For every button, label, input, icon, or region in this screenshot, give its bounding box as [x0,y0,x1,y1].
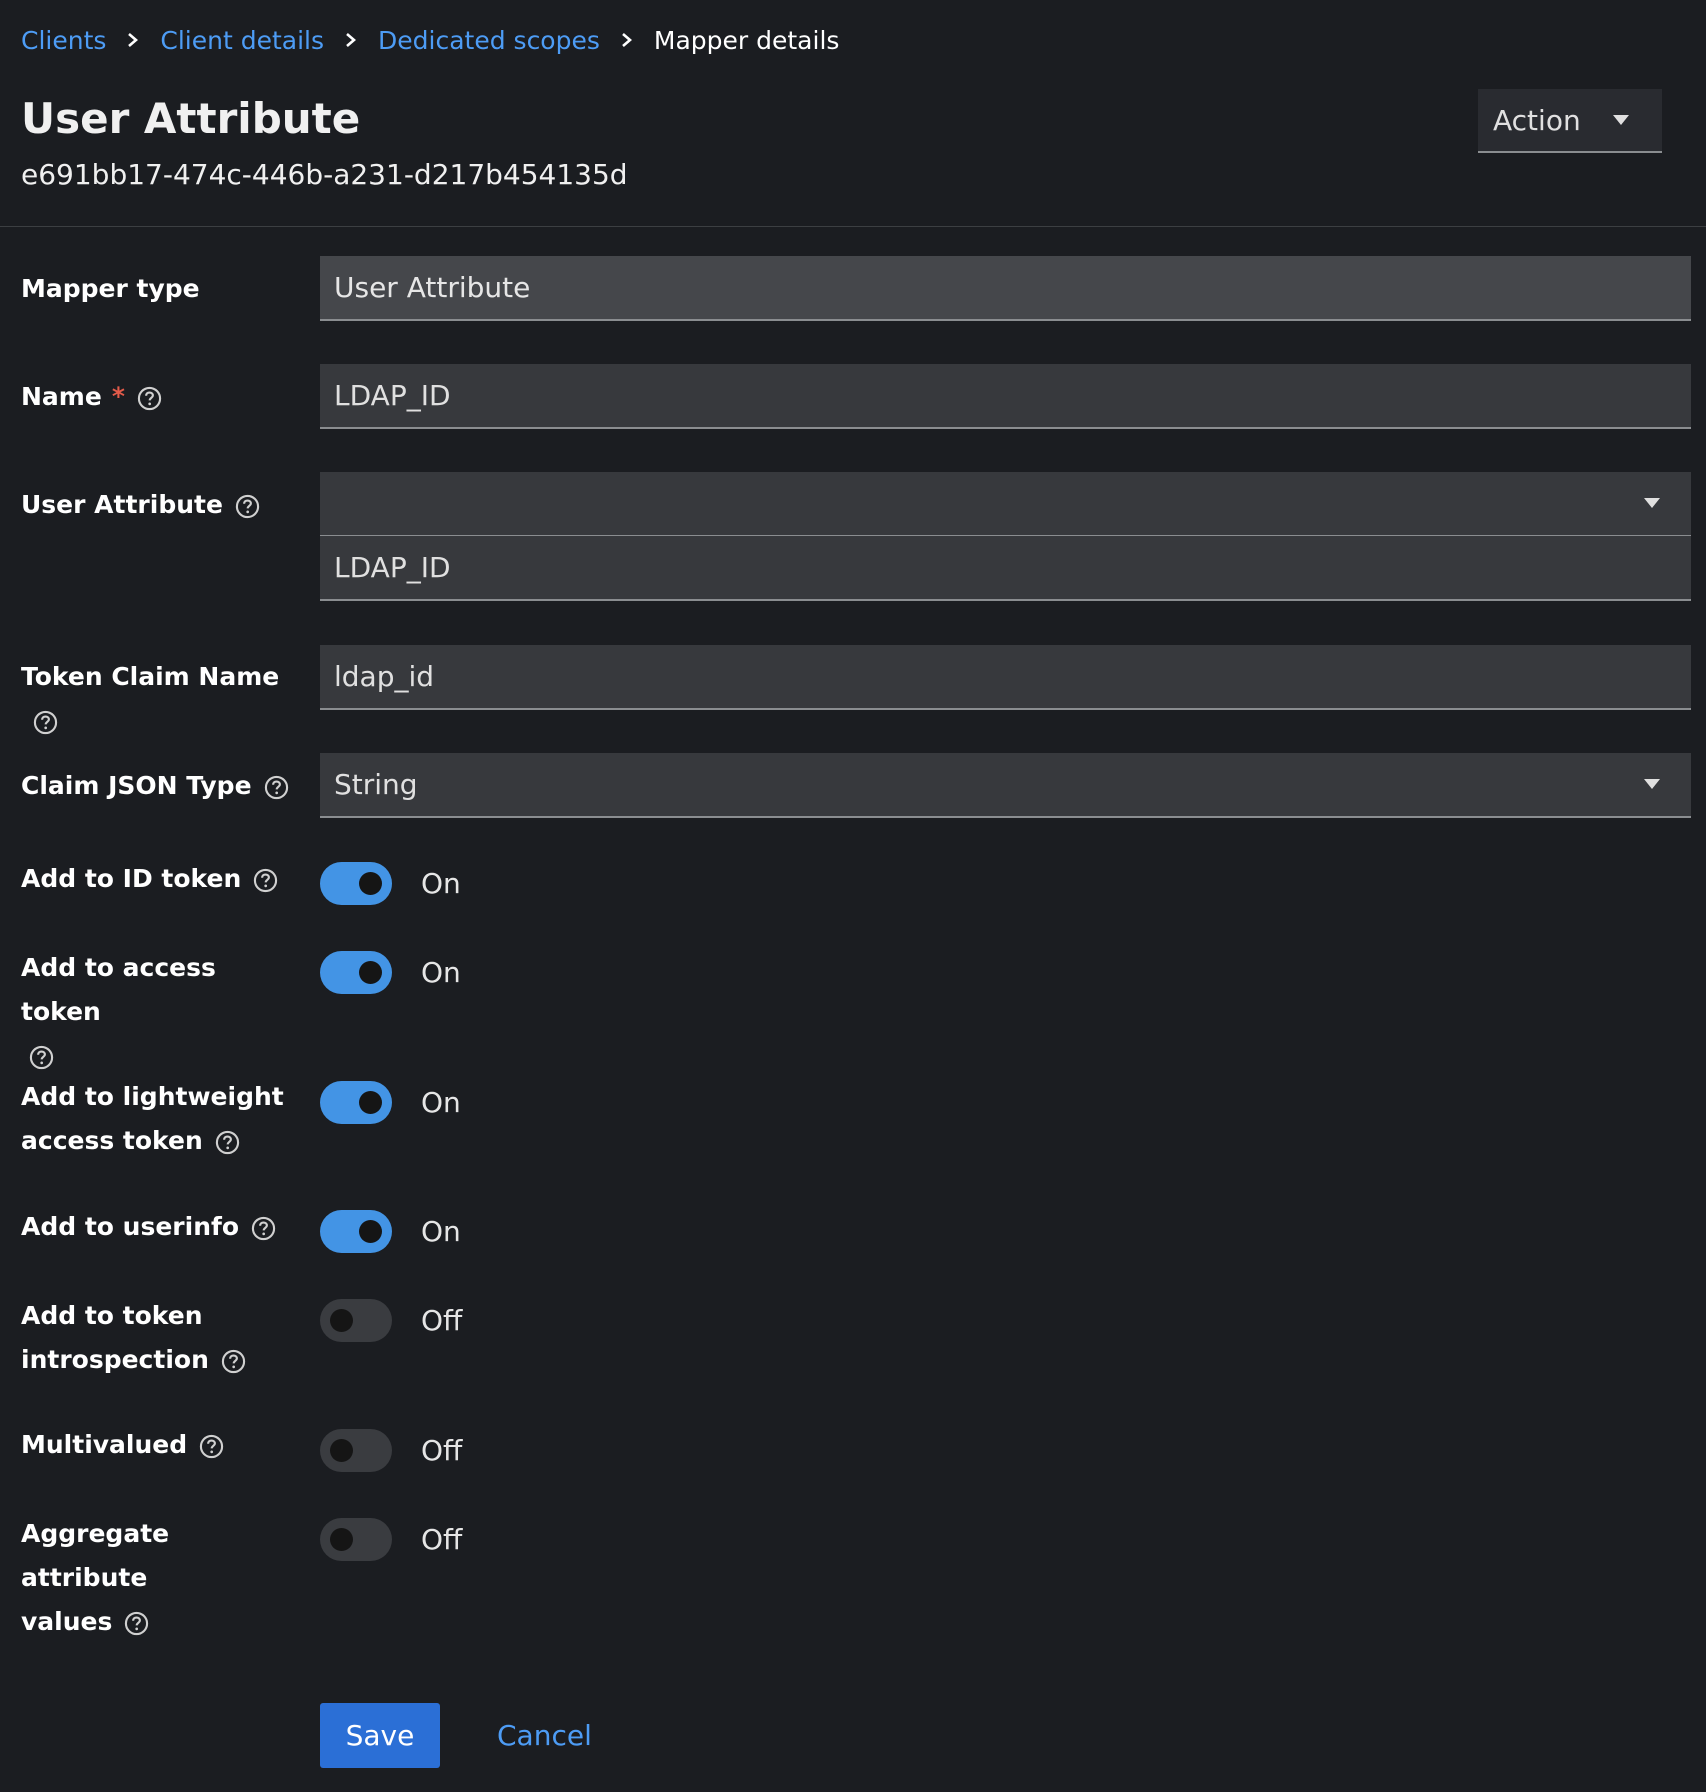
mapper-type-label: Mapper type [21,267,301,311]
toggle-label-text: Add to userinfo [21,1212,240,1241]
switch-knob [359,1091,382,1114]
add-to-id-token-label: Add to ID token [21,857,301,901]
claim-json-type-label-text: Claim JSON Type [21,771,252,800]
chevron-right-icon [106,32,160,48]
cancel-button[interactable]: Cancel [497,1703,592,1768]
add-to-access-token-state: On [421,956,461,989]
header-divider [0,226,1706,227]
help-icon[interactable] [264,775,289,800]
token-claim-name-label: Token Claim Name [21,655,301,743]
name-label-text: Name [21,382,102,411]
add-to-token-introspection-state: Off [421,1304,463,1337]
help-icon[interactable] [253,868,278,893]
mapper-type-value: User Attribute [334,271,531,304]
name-input-value: LDAP_ID [334,379,451,412]
chevron-right-icon [324,32,378,48]
toggle-label-text: Aggregate attribute [21,1519,170,1592]
token-claim-name-input[interactable]: ldap_id [320,645,1691,710]
claim-json-type-label: Claim JSON Type [21,764,301,808]
add-to-lightweight-access-token-label: Add to lightweight access token [21,1075,301,1163]
name-input[interactable]: LDAP_ID [320,364,1691,429]
mapper-type-field: User Attribute [320,256,1691,321]
aggregate-attribute-values-state: Off [421,1523,463,1556]
toggle-label-text-line2: values [21,1607,113,1636]
help-icon[interactable] [251,1216,276,1241]
help-icon[interactable] [124,1611,149,1636]
user-attribute-input-value: LDAP_ID [334,551,451,584]
breadcrumb: Clients Client details Dedicated scopes … [21,20,839,60]
required-mark: * [111,382,125,411]
aggregate-attribute-values-switch[interactable] [320,1518,392,1561]
action-button-label: Action [1493,103,1581,137]
add-to-access-token-label: Add to access token [21,946,301,1078]
multivalued-label: Multivalued [21,1423,301,1467]
chevron-right-icon [600,32,654,48]
breadcrumb-clients-link[interactable]: Clients [21,26,106,55]
multivalued-state: Off [421,1434,463,1467]
add-to-userinfo-state: On [421,1215,461,1248]
toggle-label-text: Add to token [21,1301,203,1330]
toggle-label-text: Add to lightweight [21,1082,284,1111]
breadcrumb-dedicated-scopes-link[interactable]: Dedicated scopes [378,26,600,55]
help-icon[interactable] [215,1130,240,1155]
mapper-details-page: Clients Client details Dedicated scopes … [0,0,1706,1792]
aggregate-attribute-values-label: Aggregate attribute values [21,1512,301,1644]
help-icon[interactable] [199,1434,224,1459]
caret-down-icon [1644,779,1660,789]
switch-knob [359,872,382,895]
save-button[interactable]: Save [320,1703,440,1768]
help-icon[interactable] [221,1349,246,1374]
help-icon[interactable] [29,1045,54,1070]
help-icon[interactable] [235,494,260,519]
add-to-userinfo-label: Add to userinfo [21,1205,301,1249]
switch-knob [330,1439,353,1462]
breadcrumb-client-details-link[interactable]: Client details [160,26,324,55]
caret-down-icon [1644,498,1660,508]
token-claim-name-label-text: Token Claim Name [21,662,280,691]
add-to-lightweight-access-token-state: On [421,1086,461,1119]
toggle-label-text-line2: introspection [21,1345,209,1374]
toggle-label-text: Add to access token [21,953,216,1026]
claim-json-type-value: String [334,768,418,801]
toggle-label-text: Multivalued [21,1430,188,1459]
add-to-access-token-switch[interactable] [320,951,392,994]
page-title: User Attribute [21,94,361,143]
switch-knob [359,961,382,984]
switch-knob [330,1528,353,1551]
user-attribute-input[interactable]: LDAP_ID [320,536,1691,601]
switch-knob [359,1220,382,1243]
name-label: Name * [21,375,301,419]
toggle-label-text-line2: access token [21,1126,203,1155]
token-claim-name-value: ldap_id [334,660,435,693]
toggle-label-text: Add to ID token [21,864,242,893]
add-to-token-introspection-switch[interactable] [320,1299,392,1342]
add-to-id-token-switch[interactable] [320,862,392,905]
user-attribute-label-text: User Attribute [21,490,223,519]
user-attribute-label: User Attribute [21,483,301,527]
action-dropdown-button[interactable]: Action [1478,89,1662,153]
mapper-id: e691bb17-474c-446b-a231-d217b454135d [21,158,628,191]
mapper-type-label-text: Mapper type [21,274,200,303]
add-to-userinfo-switch[interactable] [320,1210,392,1253]
user-attribute-select[interactable] [320,472,1691,537]
caret-down-icon [1613,115,1629,125]
help-icon[interactable] [137,386,162,411]
claim-json-type-select[interactable]: String [320,753,1691,818]
switch-knob [330,1309,353,1332]
add-to-lightweight-access-token-switch[interactable] [320,1081,392,1124]
add-to-id-token-state: On [421,867,461,900]
breadcrumb-current: Mapper details [653,25,840,55]
help-icon[interactable] [33,710,58,735]
multivalued-switch[interactable] [320,1429,392,1472]
add-to-token-introspection-label: Add to token introspection [21,1294,301,1382]
